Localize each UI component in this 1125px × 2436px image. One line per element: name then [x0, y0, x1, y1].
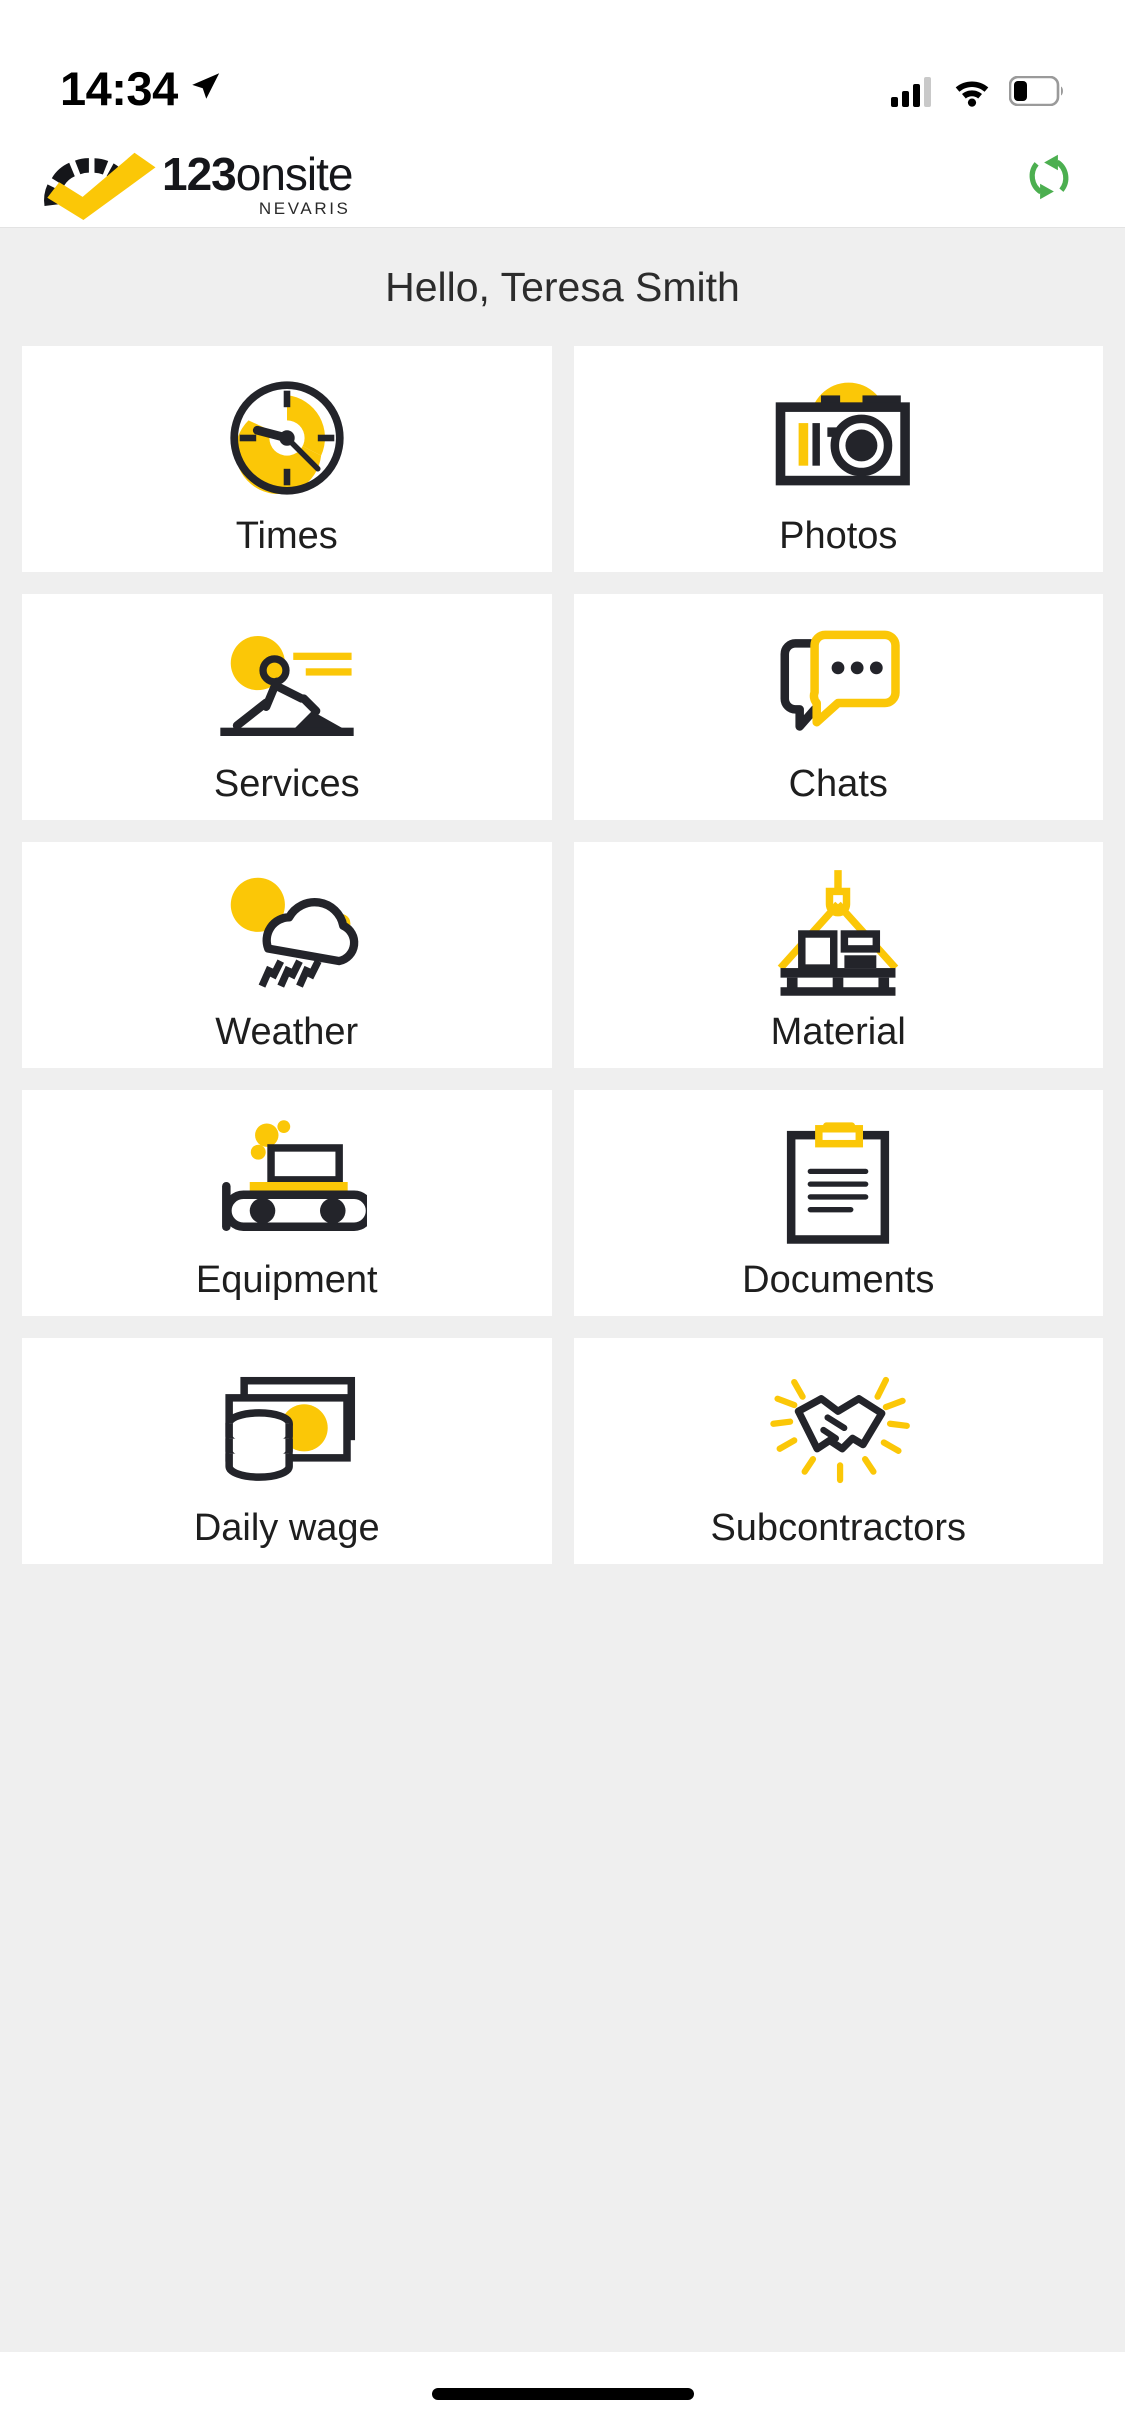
- tile-label: Photos: [779, 515, 898, 557]
- tile-label: Equipment: [195, 1259, 378, 1301]
- tile-label: Daily wage: [193, 1507, 380, 1549]
- tile-times[interactable]: Times: [22, 346, 552, 572]
- app-logo-text: 123onsite NEVARIS: [162, 151, 353, 219]
- app-logo-number: 123: [162, 148, 237, 200]
- tile-label: Documents: [742, 1259, 935, 1301]
- chat-bubbles-icon: [763, 616, 913, 756]
- battery-low-icon: [1008, 75, 1065, 111]
- tile-weather[interactable]: Weather: [22, 842, 552, 1068]
- tile-services[interactable]: Services: [22, 594, 552, 820]
- tile-label: Subcontractors: [710, 1507, 967, 1549]
- tile-photos[interactable]: Photos: [573, 346, 1103, 572]
- money-coins-icon: [212, 1360, 362, 1500]
- status-bar-right: [891, 75, 1065, 112]
- tile-label: Material: [770, 1011, 906, 1053]
- module-grid: Times Photos Services Chats Weather Mate…: [0, 346, 1125, 2352]
- tile-equipment[interactable]: Equipment: [22, 1090, 552, 1316]
- home-indicator-area: [0, 2352, 1125, 2436]
- tile-label: Services: [213, 763, 360, 805]
- checkmark-gauge-logo-icon: [26, 134, 158, 225]
- app-logo-subtitle: NEVARIS: [258, 199, 351, 219]
- app-logo-name: onsite: [235, 148, 354, 200]
- tile-label: Weather: [215, 1011, 359, 1053]
- cellular-signal-icon: [891, 75, 935, 112]
- tile-label: Chats: [788, 763, 888, 805]
- sync-refresh-button[interactable]: [1017, 148, 1081, 212]
- camera-icon: [763, 368, 913, 508]
- app-logo-wordmark: 123onsite: [162, 151, 353, 197]
- crane-pallet-icon: [763, 864, 913, 1004]
- tile-material[interactable]: Material: [573, 842, 1103, 1068]
- greeting-text: Hello, Teresa Smith: [385, 263, 740, 310]
- tile-chats[interactable]: Chats: [573, 594, 1103, 820]
- home-indicator-bar[interactable]: [431, 2388, 694, 2400]
- handshake-icon: [763, 1360, 913, 1500]
- app-screen: 14:34 123onsite NEVARIS Hello, Teresa Sm…: [0, 0, 1125, 2436]
- tile-subcontractors[interactable]: Subcontractors: [573, 1338, 1103, 1564]
- sun-cloud-rain-icon: [212, 864, 362, 1004]
- location-arrow-icon: [188, 69, 222, 108]
- app-logo[interactable]: 123onsite NEVARIS: [26, 134, 353, 225]
- worker-shovel-icon: [212, 616, 362, 756]
- status-bar: 14:34: [0, 0, 1125, 132]
- tile-label: Times: [235, 515, 338, 557]
- status-bar-left: 14:34: [60, 65, 222, 112]
- tile-documents[interactable]: Documents: [573, 1090, 1103, 1316]
- wifi-icon: [951, 75, 993, 112]
- clipboard-icon: [772, 1112, 904, 1252]
- sync-refresh-icon: [1018, 146, 1080, 213]
- bulldozer-icon: [207, 1112, 367, 1252]
- app-header: 123onsite NEVARIS: [0, 132, 1125, 228]
- clock-icon: [221, 368, 353, 508]
- status-bar-clock: 14:34: [60, 62, 178, 115]
- greeting-bar: Hello, Teresa Smith: [0, 228, 1125, 346]
- tile-daily-wage[interactable]: Daily wage: [22, 1338, 552, 1564]
